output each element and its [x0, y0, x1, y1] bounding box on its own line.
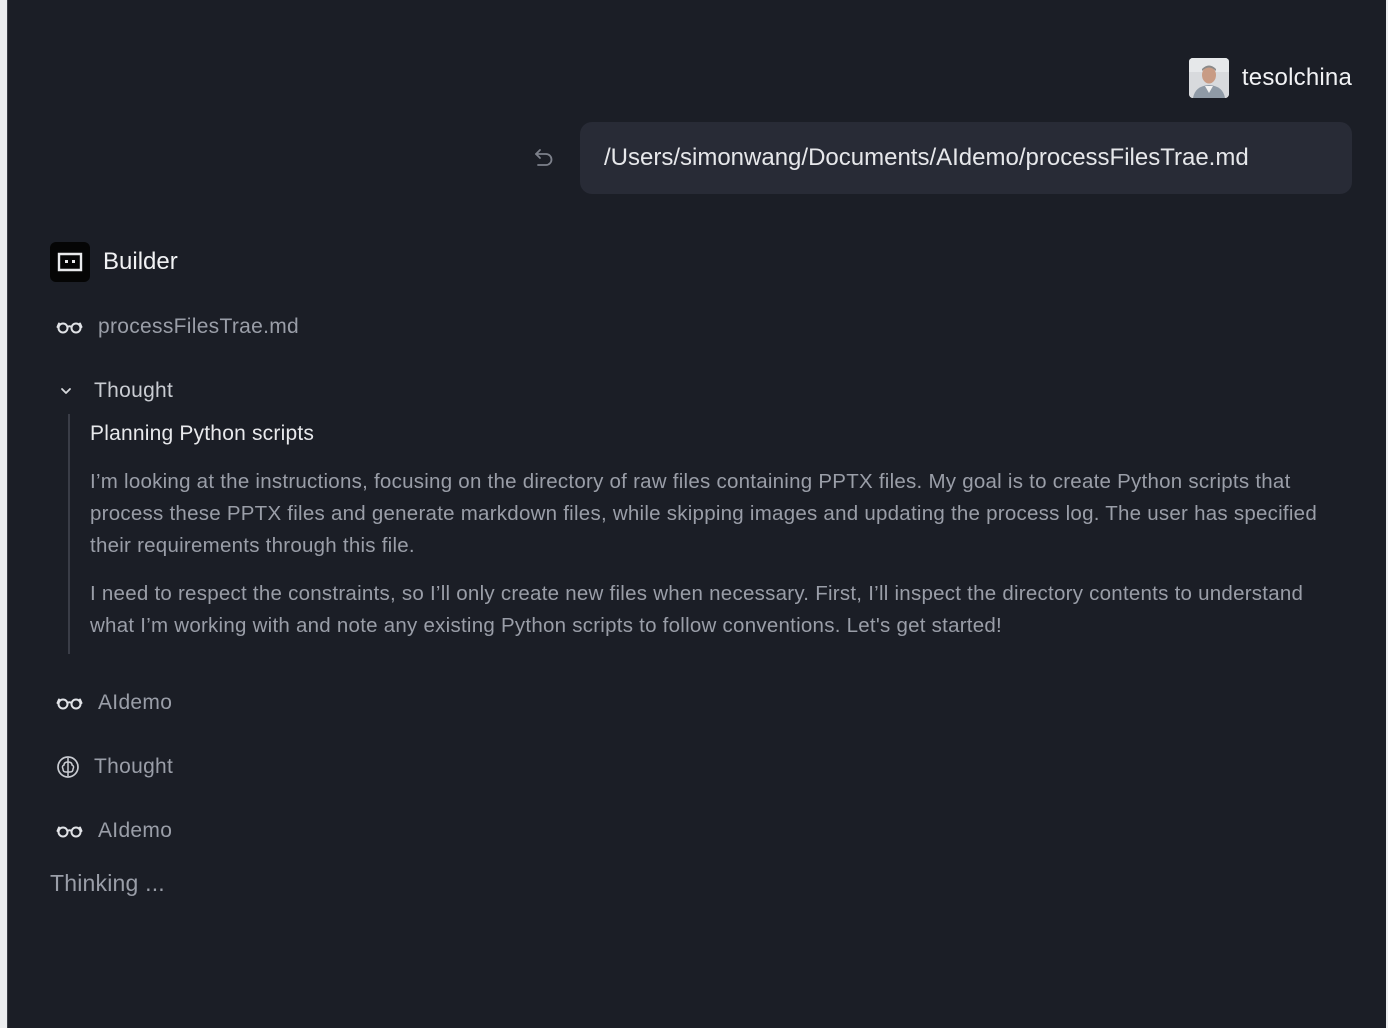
- glasses-icon: [56, 826, 83, 838]
- thought-title: Planning Python scripts: [90, 422, 315, 445]
- step-read-directory-1-label: AIdemo: [98, 691, 173, 714]
- window-left-edge: [0, 0, 7, 1028]
- undo-button[interactable]: [530, 143, 558, 171]
- agent-name: Builder: [103, 248, 178, 275]
- thought-paragraph-2: I need to respect the constraints, so I’…: [90, 582, 1304, 637]
- step-read-file-label: processFilesTrae.md: [98, 315, 299, 338]
- step-read-directory-2[interactable]: AIdemo: [56, 816, 172, 846]
- glasses-icon: [56, 322, 83, 334]
- user-header: tesolchina: [1188, 58, 1352, 98]
- thinking-status: Thinking ...: [50, 870, 165, 896]
- thought-toggle[interactable]: Thought: [58, 376, 173, 406]
- thought-paragraph-1: I’m looking at the instructions, focusin…: [90, 470, 1317, 557]
- undo-icon: [535, 149, 553, 166]
- thought-content: Planning Python scripts I’m looking at t…: [68, 414, 1350, 654]
- window-left-divider: [7, 0, 8, 1028]
- glasses-icon: [56, 698, 83, 710]
- thought-collapsed[interactable]: Thought: [56, 752, 173, 782]
- builder-logo-icon: [50, 242, 90, 282]
- brain-icon: [57, 756, 79, 778]
- step-read-directory-1[interactable]: AIdemo: [56, 688, 172, 718]
- user-avatar-photo-icon: [1188, 58, 1229, 98]
- user-message-bubble: /Users/simonwang/Documents/AIdemo/proces…: [580, 122, 1352, 194]
- thought-collapsed-label: Thought: [94, 755, 174, 778]
- user-name: tesolchina: [1241, 64, 1352, 91]
- user-avatar: [1188, 58, 1229, 98]
- step-read-file[interactable]: processFilesTrae.md: [56, 312, 299, 342]
- thought-toggle-label: Thought: [94, 379, 174, 402]
- user-message-text: /Users/simonwang/Documents/AIdemo/proces…: [604, 144, 1249, 171]
- agent-header: Builder: [50, 242, 178, 282]
- step-read-directory-2-label: AIdemo: [98, 819, 173, 842]
- chevron-down-icon: [61, 388, 71, 394]
